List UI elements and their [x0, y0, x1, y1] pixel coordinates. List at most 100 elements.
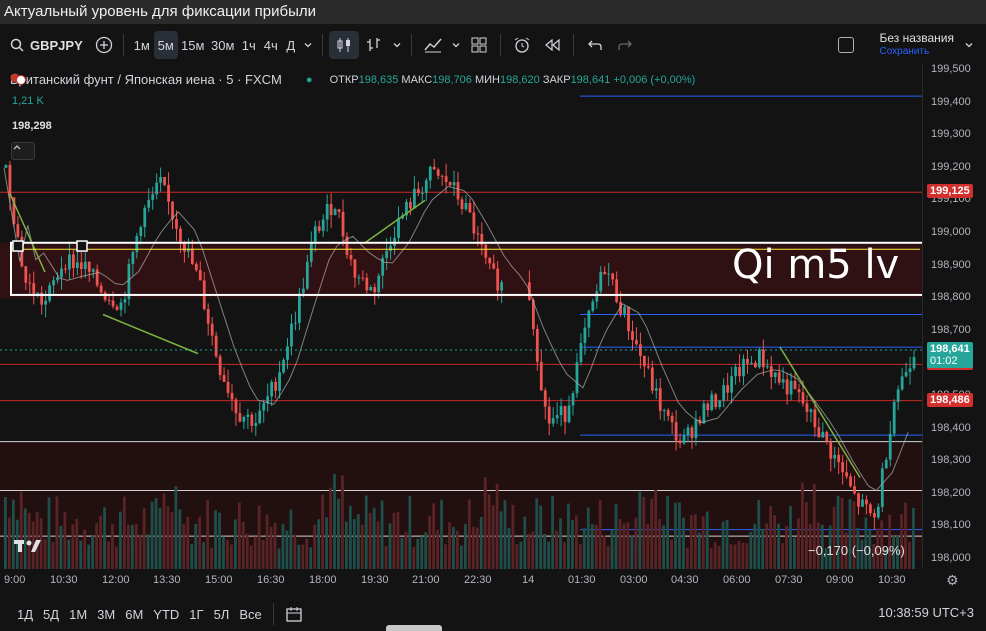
interval-15m[interactable]: 15м: [178, 31, 208, 59]
volume-bar: [408, 496, 412, 569]
volume-bar: [289, 509, 293, 569]
volume-bar: [321, 494, 324, 569]
layout-checkbox-icon[interactable]: [838, 37, 854, 53]
time-tick-label: 22:30: [464, 574, 492, 586]
volume-bar: [753, 523, 757, 569]
undo-button[interactable]: [580, 31, 610, 59]
candle-body: [444, 176, 448, 183]
candle-body: [64, 268, 67, 270]
candle-body: [131, 252, 135, 264]
candle-body: [464, 202, 468, 210]
volume-bar: [527, 533, 531, 569]
bar-style-button[interactable]: [359, 31, 389, 59]
interval-1m[interactable]: 1м: [130, 31, 154, 59]
range-button[interactable]: 3М: [92, 607, 120, 622]
time-tick-label: 13:30: [153, 574, 181, 586]
redo-button[interactable]: [610, 31, 640, 59]
volume-bar: [67, 539, 71, 569]
range-button[interactable]: 1М: [64, 607, 92, 622]
replay-button[interactable]: [537, 31, 567, 59]
range-button[interactable]: YTD: [148, 607, 184, 622]
chart-type-candles[interactable]: [328, 31, 359, 59]
price-plot[interactable]: [0, 64, 922, 569]
candle-body: [254, 423, 258, 426]
candle-body: [56, 277, 59, 281]
candle-body: [115, 306, 119, 310]
interval-4h[interactable]: 4ч: [260, 31, 282, 59]
candle-body: [742, 358, 745, 377]
candle-body: [409, 201, 412, 209]
drawing-handle: [76, 240, 88, 252]
chart-settings-icon[interactable]: ⚙: [946, 572, 959, 589]
range-button[interactable]: 1Г: [184, 607, 208, 622]
indicators-button[interactable]: [418, 31, 448, 59]
candle-body: [773, 372, 777, 378]
symbol-label: GBPJPY: [30, 37, 83, 53]
candle-body: [785, 379, 789, 395]
indicators-icon: [424, 38, 442, 53]
indicators-dropdown[interactable]: [448, 31, 464, 59]
clock-timezone[interactable]: 10:38:59 UTC+3: [878, 605, 974, 620]
range-button[interactable]: 6М: [120, 607, 148, 622]
volume-bar: [511, 504, 515, 569]
volume-bar: [396, 511, 400, 569]
volume-bar: [507, 527, 511, 569]
volume-bar: [900, 514, 903, 569]
candle-body: [805, 403, 809, 412]
zone-annotation[interactable]: Qi m5 lv: [732, 242, 899, 288]
compare-button[interactable]: [91, 31, 117, 59]
volume-bar: [432, 503, 436, 569]
interval-1h[interactable]: 1ч: [238, 31, 260, 59]
volume-bar: [499, 511, 503, 569]
templates-button[interactable]: [464, 31, 494, 59]
volume-bar: [416, 538, 420, 569]
chart-type-dropdown[interactable]: [389, 31, 405, 59]
volume-bar: [297, 544, 301, 569]
panel-resize-handle[interactable]: [386, 625, 442, 631]
candle-body: [567, 405, 571, 423]
candles-icon: [337, 38, 350, 52]
range-button[interactable]: 5Л: [209, 607, 235, 622]
candle-body: [301, 288, 305, 294]
candle-body: [837, 454, 841, 463]
volume-bar: [178, 509, 182, 569]
layout-dropdown[interactable]: [962, 31, 976, 59]
candle-body: [218, 356, 222, 375]
candle-body: [876, 506, 880, 518]
volume-bar: [412, 547, 416, 569]
volume-bar: [150, 501, 154, 569]
layout-save[interactable]: Без названия Сохранить: [879, 31, 954, 59]
interval-5m[interactable]: 5м: [153, 31, 178, 59]
alert-button[interactable]: [507, 31, 537, 59]
candle-body: [167, 184, 170, 202]
range-button[interactable]: Все: [234, 607, 266, 622]
measure-label: −0,170 (−0,09%): [808, 543, 905, 558]
interval-dropdown[interactable]: [300, 31, 316, 59]
time-tick-label: 10:30: [50, 574, 78, 586]
date-range-button[interactable]: [280, 600, 308, 628]
volume-bar: [622, 523, 626, 569]
volume-bar: [210, 547, 213, 569]
candle-body: [853, 486, 856, 494]
chart-pane[interactable]: Британский фунт / Японская иена · 5 · FX…: [0, 63, 986, 569]
volume-bar: [166, 506, 170, 569]
collapse-legend-button[interactable]: [11, 142, 35, 160]
volume-bar: [313, 524, 317, 569]
volume-bar: [658, 519, 662, 569]
symbol-search[interactable]: GBPJPY: [0, 31, 91, 59]
candle-body: [8, 164, 12, 198]
interval-30m[interactable]: 30м: [208, 31, 238, 59]
volume-bar: [904, 502, 907, 569]
interval-1d[interactable]: Д: [282, 31, 300, 59]
volume-bar: [87, 544, 91, 569]
range-button[interactable]: 5Д: [38, 607, 64, 622]
price-axis[interactable]: 199,500 199,400 199,300 199,200 199,100 199,0…: [922, 63, 986, 569]
candle-body: [305, 261, 309, 289]
open-label: ОТКР: [329, 73, 359, 86]
save-link[interactable]: Сохранить: [879, 45, 954, 59]
time-axis[interactable]: ⚙ 9:00 10:30 12:00 13:30 15:00 16:30 18:00 19:3…: [0, 569, 986, 593]
range-button[interactable]: 1Д: [12, 607, 38, 622]
volume-bar: [99, 515, 102, 569]
candle-body: [103, 292, 107, 300]
volume-bar: [594, 524, 598, 569]
